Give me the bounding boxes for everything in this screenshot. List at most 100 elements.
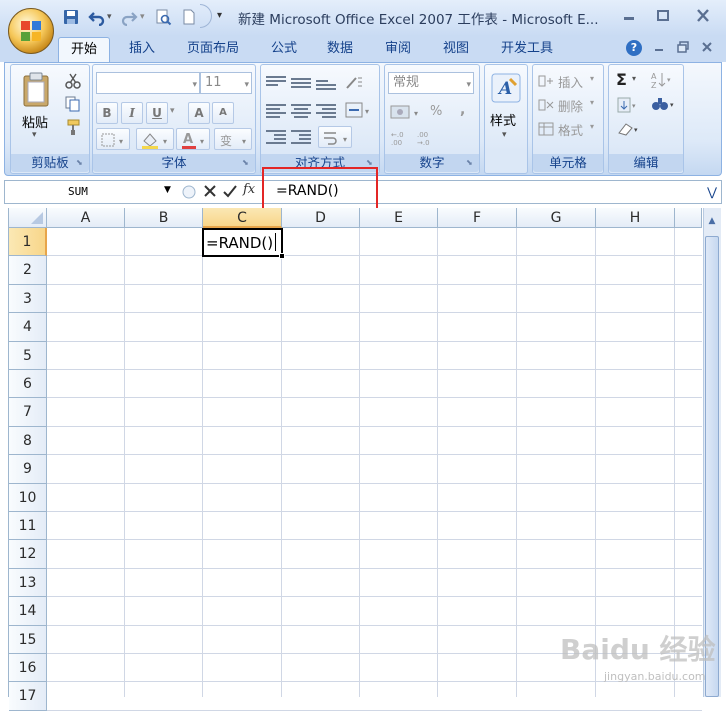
column-header-d[interactable]: D: [282, 208, 360, 228]
underline-button[interactable]: U: [146, 102, 168, 124]
redo-icon[interactable]: [120, 8, 138, 27]
column-header-e[interactable]: E: [360, 208, 438, 228]
insert-cells-label[interactable]: 插入: [558, 72, 583, 91]
insert-function-icon[interactable]: fx: [243, 182, 255, 197]
insert-cells-icon[interactable]: [538, 74, 554, 88]
orientation-icon[interactable]: [344, 74, 364, 92]
workbook-close-button[interactable]: [700, 40, 714, 54]
percent-style-button[interactable]: %: [430, 104, 442, 119]
align-left-icon[interactable]: [266, 102, 286, 118]
align-right-icon[interactable]: [316, 102, 336, 118]
delete-cells-label[interactable]: 删除: [558, 96, 583, 115]
format-cells-dropdown-icon[interactable]: ▾: [590, 122, 594, 131]
row-header-9[interactable]: 9: [9, 455, 47, 484]
tab-home[interactable]: 开始: [58, 37, 110, 62]
insert-cells-dropdown-icon[interactable]: ▾: [590, 74, 594, 83]
maximize-button[interactable]: [648, 6, 678, 26]
expand-formula-bar-icon[interactable]: ⋁: [703, 182, 721, 202]
accounting-format-button[interactable]: ▾: [388, 101, 424, 123]
row-header-14[interactable]: 14: [9, 597, 47, 626]
column-header-partial[interactable]: [675, 208, 702, 228]
italic-button[interactable]: I: [121, 102, 143, 124]
row-header-11[interactable]: 11: [9, 512, 47, 541]
undo-icon[interactable]: [88, 8, 106, 27]
paste-dropdown-icon[interactable]: ▾: [32, 130, 37, 140]
decrease-indent-icon[interactable]: [266, 128, 286, 144]
name-box-dropdown-icon[interactable]: ▼: [164, 185, 171, 195]
increase-indent-icon[interactable]: [291, 128, 311, 144]
styles-dropdown-icon[interactable]: ▾: [502, 130, 507, 140]
format-painter-icon[interactable]: [64, 118, 82, 136]
align-center-icon[interactable]: [291, 102, 311, 118]
autosum-icon[interactable]: Σ: [616, 70, 627, 89]
office-button[interactable]: [8, 8, 54, 54]
copy-icon[interactable]: [64, 95, 82, 113]
font-size-combo[interactable]: 11 ▾: [200, 72, 252, 94]
row-header-4[interactable]: 4: [9, 313, 47, 342]
paste-label[interactable]: 粘贴: [22, 112, 48, 131]
tab-review[interactable]: 审阅: [376, 37, 420, 62]
tab-insert[interactable]: 插入: [120, 37, 164, 62]
number-format-combo[interactable]: 常规 ▾: [388, 72, 474, 94]
bottom-align-icon[interactable]: [316, 78, 336, 94]
row-header-7[interactable]: 7: [9, 398, 47, 427]
scroll-up-icon[interactable]: ▲: [705, 210, 719, 232]
row-header-10[interactable]: 10: [9, 483, 47, 512]
fill-icon[interactable]: ▾: [616, 96, 640, 114]
column-header-b[interactable]: B: [125, 208, 203, 228]
clear-icon[interactable]: ▾: [616, 120, 642, 138]
tab-developer[interactable]: 开发工具: [494, 37, 560, 62]
merge-center-icon[interactable]: ▾: [344, 100, 374, 120]
column-header-f[interactable]: F: [438, 208, 517, 228]
row-header-13[interactable]: 13: [9, 568, 47, 598]
tab-data[interactable]: 数据: [318, 37, 362, 62]
row-header-16[interactable]: 16: [9, 654, 47, 683]
select-all-corner[interactable]: [9, 208, 47, 228]
tab-formulas[interactable]: 公式: [262, 37, 306, 62]
name-box[interactable]: SUM: [8, 182, 178, 202]
active-cell-c1[interactable]: =RAND(): [202, 228, 283, 257]
minimize-button[interactable]: [614, 6, 644, 26]
font-color-button[interactable]: A ▾: [176, 128, 210, 150]
borders-button[interactable]: ▾: [96, 128, 130, 150]
styles-icon[interactable]: A: [490, 72, 522, 104]
row-header-5[interactable]: 5: [9, 341, 47, 370]
decrease-decimal-icon[interactable]: .00 →.0: [416, 128, 438, 148]
cancel-entry-icon[interactable]: [202, 183, 218, 199]
workbook-minimize-button[interactable]: [652, 40, 666, 54]
column-header-g[interactable]: G: [517, 208, 596, 228]
grow-font-button[interactable]: A: [188, 102, 210, 124]
font-name-combo[interactable]: ▾: [96, 72, 200, 94]
font-size-dropdown-icon[interactable]: ▾: [244, 75, 249, 95]
tab-view[interactable]: 视图: [434, 37, 478, 62]
close-button[interactable]: [688, 6, 718, 26]
formula-bar-toggle-icon[interactable]: [180, 183, 198, 201]
paste-icon[interactable]: [18, 70, 54, 110]
row-header-15[interactable]: 15: [9, 625, 47, 654]
increase-decimal-icon[interactable]: ←.0.00: [390, 128, 412, 148]
find-select-icon[interactable]: ▾: [650, 94, 676, 114]
format-cells-label[interactable]: 格式: [558, 120, 583, 139]
wrap-text-button[interactable]: ▾: [318, 126, 352, 148]
customize-qat-icon[interactable]: ▾: [217, 10, 222, 21]
row-header-1[interactable]: 1: [9, 228, 47, 257]
column-header-c[interactable]: C: [203, 208, 282, 228]
row-header-6[interactable]: 6: [9, 370, 47, 399]
save-icon[interactable]: [62, 8, 80, 26]
styles-button-label[interactable]: 样式: [490, 110, 516, 129]
new-document-icon[interactable]: [180, 8, 198, 26]
number-launcher-icon[interactable]: ⬊: [466, 158, 476, 168]
bold-button[interactable]: B: [96, 102, 118, 124]
number-format-dropdown-icon[interactable]: ▾: [466, 75, 471, 95]
comma-style-button[interactable]: ,: [460, 102, 465, 118]
underline-dropdown-icon[interactable]: ▾: [170, 106, 175, 116]
row-header-12[interactable]: 12: [9, 540, 47, 569]
undo-dropdown-icon[interactable]: ▾: [107, 12, 112, 22]
row-header-8[interactable]: 8: [9, 426, 47, 456]
help-icon[interactable]: ?: [626, 40, 642, 56]
row-header-2[interactable]: 2: [9, 256, 47, 285]
delete-cells-dropdown-icon[interactable]: ▾: [590, 98, 594, 107]
fill-color-button[interactable]: ▾: [136, 128, 174, 150]
format-cells-icon[interactable]: [538, 122, 554, 136]
column-header-h[interactable]: H: [596, 208, 675, 228]
